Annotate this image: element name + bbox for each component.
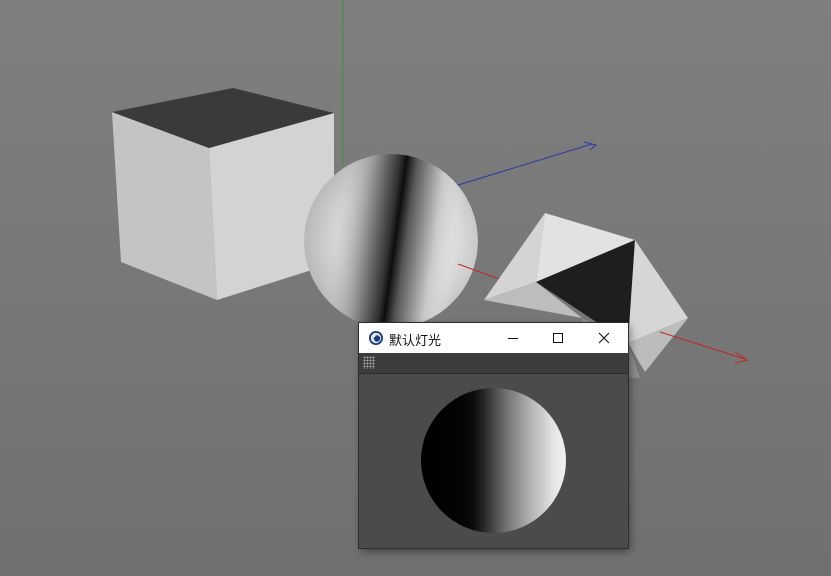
window-toolbar: [359, 353, 628, 374]
light-preview-area[interactable]: [359, 374, 628, 548]
maximize-button[interactable]: [535, 323, 581, 353]
preview-sphere: [421, 388, 566, 533]
close-button[interactable]: [581, 323, 627, 353]
minimize-icon: [508, 338, 518, 339]
cinema4d-icon: [369, 331, 383, 345]
cube-object: [112, 88, 334, 300]
window-title-bar[interactable]: 默认灯光: [359, 323, 628, 353]
default-light-window[interactable]: 默认灯光: [359, 323, 628, 548]
grip-handle-icon[interactable]: [363, 356, 375, 369]
maximize-icon: [553, 333, 563, 343]
close-icon: [598, 332, 610, 344]
x-axis-line-outer: [659, 331, 746, 360]
z-axis-line: [454, 143, 593, 187]
minimize-button[interactable]: [490, 323, 536, 353]
window-title: 默认灯光: [389, 333, 442, 348]
3d-viewport[interactable]: 默认灯光: [0, 0, 831, 576]
